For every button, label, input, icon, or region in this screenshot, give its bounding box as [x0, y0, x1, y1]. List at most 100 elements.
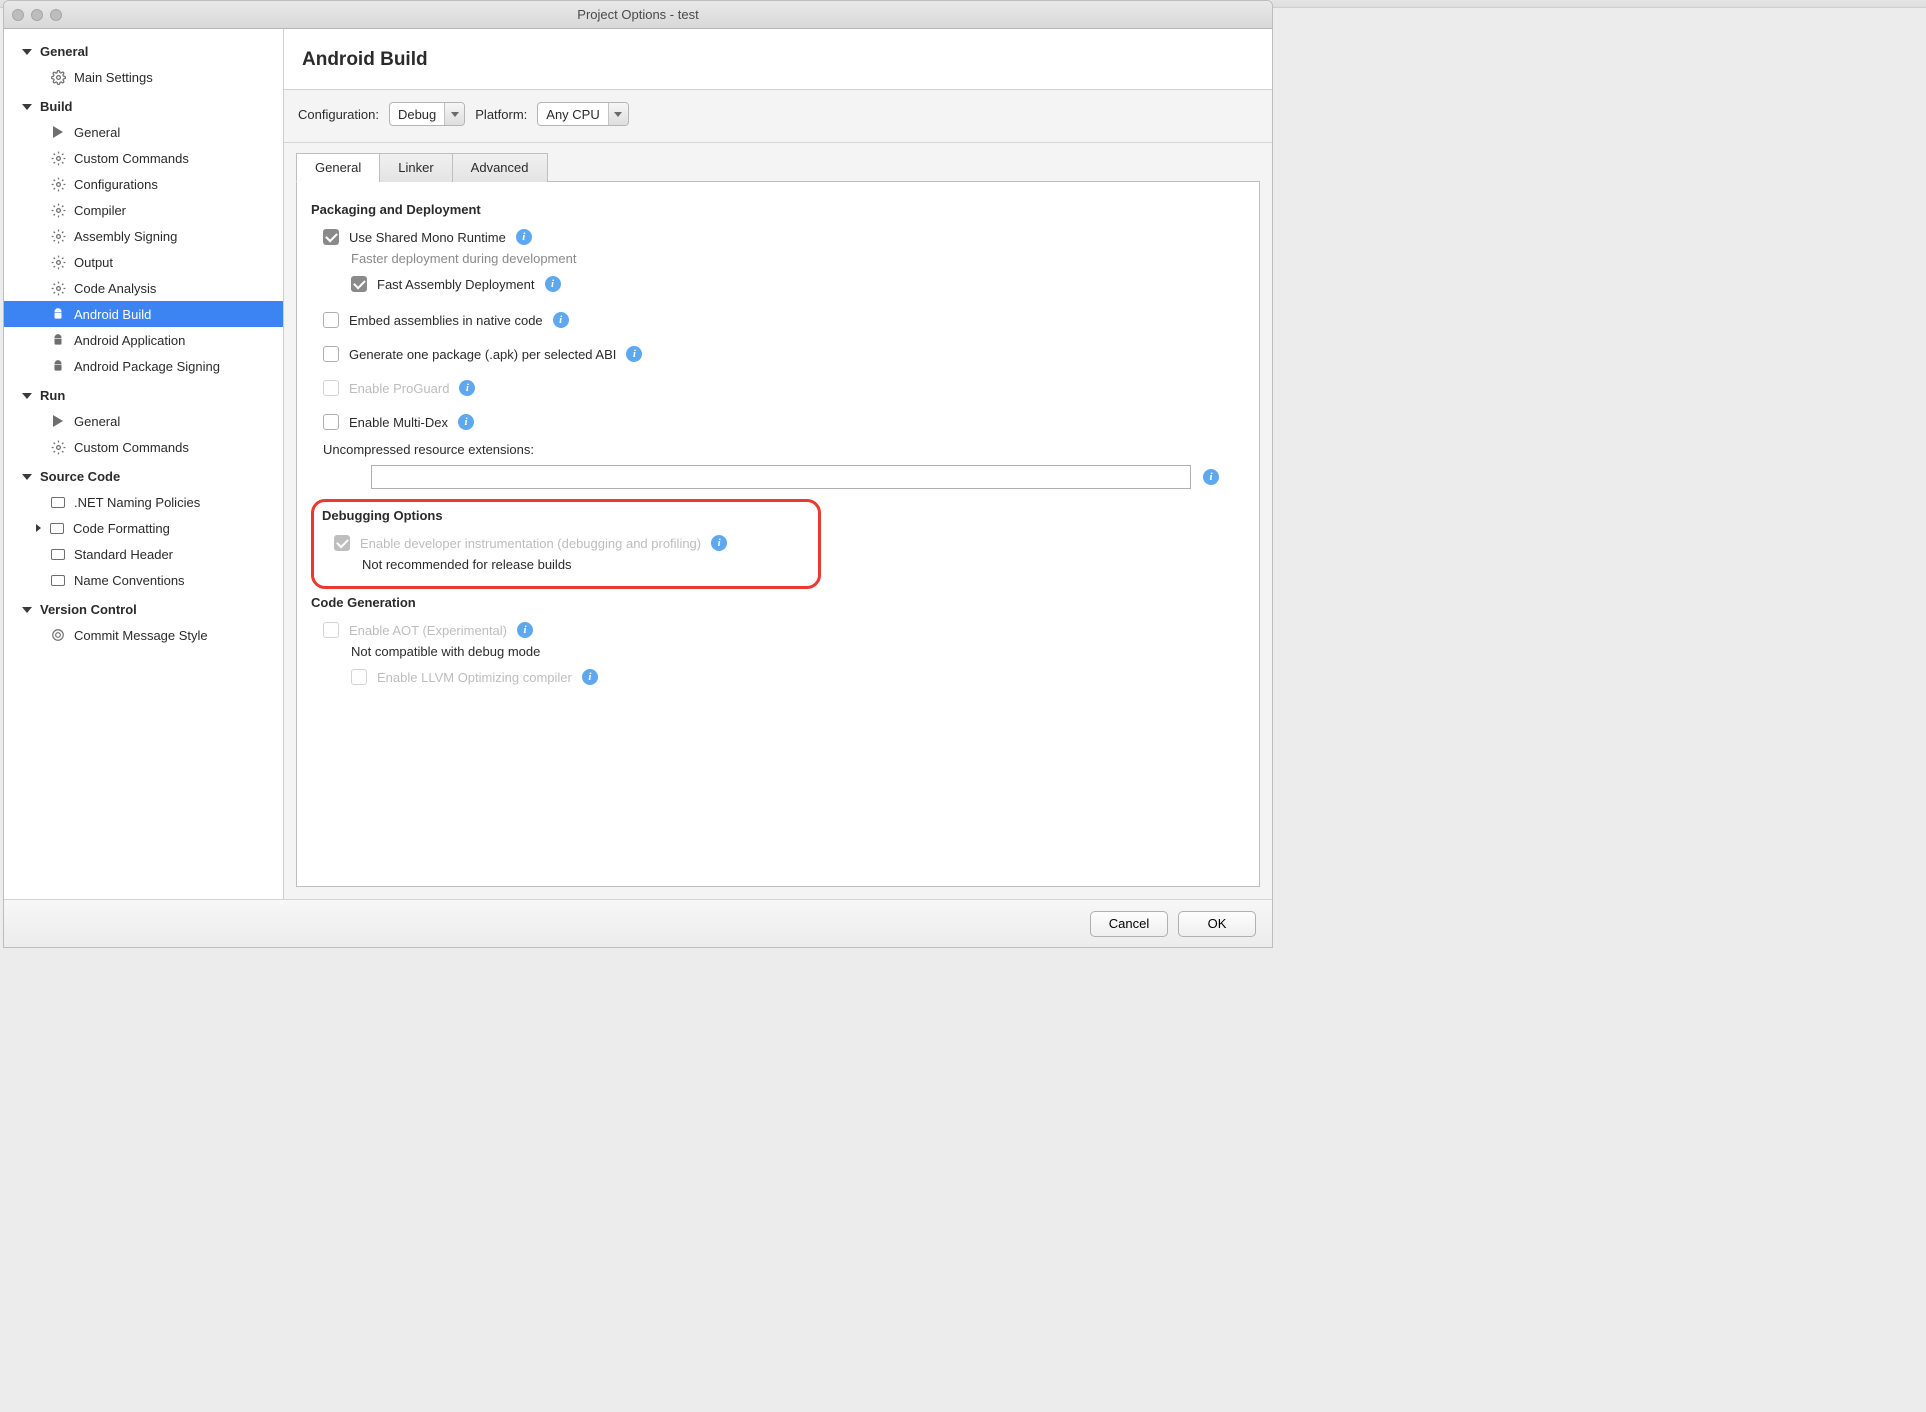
option-subtext: Not compatible with debug mode — [311, 642, 1245, 665]
option-subtext: Not recommended for release builds — [322, 555, 810, 578]
sidebar-item-configurations[interactable]: Configurations — [4, 171, 283, 197]
sidebar-item-name-conventions[interactable]: Name Conventions — [4, 567, 283, 593]
gear-icon — [50, 228, 66, 244]
sidebar-item-label: Compiler — [74, 203, 126, 218]
sidebar-item-main-settings[interactable]: Main Settings — [4, 64, 283, 90]
chevron-down-icon — [22, 49, 32, 55]
chevron-down-icon[interactable] — [608, 103, 628, 125]
tab-strip: General Linker Advanced — [284, 152, 1272, 181]
info-icon[interactable]: i — [553, 312, 569, 328]
info-icon[interactable]: i — [545, 276, 561, 292]
sidebar-group-source-code[interactable]: Source Code — [4, 464, 283, 489]
sidebar: General Main Settings Build General Cust… — [4, 29, 284, 899]
tab-linker[interactable]: Linker — [379, 153, 451, 182]
play-icon — [50, 124, 66, 140]
sidebar-item-label: Assembly Signing — [74, 229, 177, 244]
chevron-down-icon — [22, 474, 32, 480]
option-label: Generate one package (.apk) per selected… — [349, 347, 616, 362]
configuration-label: Configuration: — [298, 107, 379, 122]
option-shared-mono[interactable]: Use Shared Mono Runtime i — [311, 225, 1245, 249]
sidebar-item-label: Standard Header — [74, 547, 173, 562]
gear-icon — [50, 280, 66, 296]
option-llvm: Enable LLVM Optimizing compiler i — [311, 665, 1245, 689]
uncompressed-input[interactable] — [371, 465, 1191, 489]
debugging-highlight: Debugging Options Enable developer instr… — [311, 499, 821, 589]
section-debugging: Debugging Options — [322, 508, 810, 523]
sidebar-item-label: Android Build — [74, 307, 151, 322]
box-icon — [50, 494, 66, 510]
chevron-down-icon[interactable] — [444, 103, 464, 125]
uncompressed-label: Uncompressed resource extensions: — [311, 434, 1245, 459]
platform-dropdown[interactable]: Any CPU — [537, 102, 628, 126]
info-icon[interactable]: i — [1203, 469, 1219, 485]
page-title: Android Build — [284, 29, 1272, 89]
sidebar-item-standard-header[interactable]: Standard Header — [4, 541, 283, 567]
sidebar-item-label: Code Analysis — [74, 281, 156, 296]
option-label: Enable LLVM Optimizing compiler — [377, 670, 572, 685]
info-icon[interactable]: i — [517, 622, 533, 638]
info-icon[interactable]: i — [626, 346, 642, 362]
option-embed[interactable]: Embed assemblies in native code i — [311, 308, 1245, 332]
option-per-abi[interactable]: Generate one package (.apk) per selected… — [311, 342, 1245, 366]
checkbox-dev-instrumentation — [334, 535, 350, 551]
sidebar-item-label: Code Formatting — [73, 521, 170, 536]
sidebar-group-build[interactable]: Build — [4, 94, 283, 119]
chevron-down-icon — [22, 104, 32, 110]
info-icon[interactable]: i — [711, 535, 727, 551]
checkbox-embed[interactable] — [323, 312, 339, 328]
info-icon[interactable]: i — [458, 414, 474, 430]
sidebar-item-build-general[interactable]: General — [4, 119, 283, 145]
sidebar-item-label: Main Settings — [74, 70, 153, 85]
tab-content: Packaging and Deployment Use Shared Mono… — [296, 181, 1260, 887]
option-label: Enable ProGuard — [349, 381, 449, 396]
sidebar-item-commit-message-style[interactable]: Commit Message Style — [4, 622, 283, 648]
sidebar-item-assembly-signing[interactable]: Assembly Signing — [4, 223, 283, 249]
sidebar-item-run-custom-commands[interactable]: Custom Commands — [4, 434, 283, 460]
checkbox-shared-mono[interactable] — [323, 229, 339, 245]
sidebar-item-code-analysis[interactable]: Code Analysis — [4, 275, 283, 301]
sidebar-item-android-build[interactable]: Android Build — [4, 301, 283, 327]
dialog-footer: Cancel OK — [4, 899, 1272, 947]
sidebar-item-custom-commands[interactable]: Custom Commands — [4, 145, 283, 171]
sidebar-item-label: Output — [74, 255, 113, 270]
checkbox-per-abi[interactable] — [323, 346, 339, 362]
option-multidex[interactable]: Enable Multi-Dex i — [311, 410, 1245, 434]
cancel-button[interactable]: Cancel — [1090, 911, 1168, 937]
info-icon[interactable]: i — [459, 380, 475, 396]
checkbox-multidex[interactable] — [323, 414, 339, 430]
sidebar-group-run[interactable]: Run — [4, 383, 283, 408]
target-icon — [50, 627, 66, 643]
sidebar-item-code-formatting[interactable]: Code Formatting — [4, 515, 283, 541]
option-label: Enable developer instrumentation (debugg… — [360, 536, 701, 551]
platform-label: Platform: — [475, 107, 527, 122]
tab-advanced[interactable]: Advanced — [452, 153, 548, 182]
sidebar-group-general[interactable]: General — [4, 39, 283, 64]
sidebar-item-label: General — [74, 125, 120, 140]
info-icon[interactable]: i — [582, 669, 598, 685]
sidebar-item-label: Name Conventions — [74, 573, 185, 588]
box-icon — [49, 520, 65, 536]
sidebar-item-run-general[interactable]: General — [4, 408, 283, 434]
sidebar-item-label: Android Package Signing — [74, 359, 220, 374]
configuration-dropdown[interactable]: Debug — [389, 102, 465, 126]
sidebar-item-android-package-signing[interactable]: Android Package Signing — [4, 353, 283, 379]
info-icon[interactable]: i — [516, 229, 532, 245]
sidebar-item-android-application[interactable]: Android Application — [4, 327, 283, 353]
sidebar-item-label: General — [74, 414, 120, 429]
sidebar-item-label: Configurations — [74, 177, 158, 192]
option-fast-assembly[interactable]: Fast Assembly Deployment i — [311, 272, 1245, 296]
sidebar-item-label: Custom Commands — [74, 440, 189, 455]
box-icon — [50, 546, 66, 562]
checkbox-fast-assembly[interactable] — [351, 276, 367, 292]
checkbox-proguard — [323, 380, 339, 396]
tab-general[interactable]: General — [296, 153, 379, 182]
sidebar-item-output[interactable]: Output — [4, 249, 283, 275]
sidebar-item-net-naming[interactable]: .NET Naming Policies — [4, 489, 283, 515]
sidebar-item-label: Android Application — [74, 333, 185, 348]
sidebar-item-compiler[interactable]: Compiler — [4, 197, 283, 223]
ok-button[interactable]: OK — [1178, 911, 1256, 937]
gear-icon — [50, 176, 66, 192]
option-label: Fast Assembly Deployment — [377, 277, 535, 292]
sidebar-group-version-control[interactable]: Version Control — [4, 597, 283, 622]
chevron-right-icon — [36, 524, 41, 532]
